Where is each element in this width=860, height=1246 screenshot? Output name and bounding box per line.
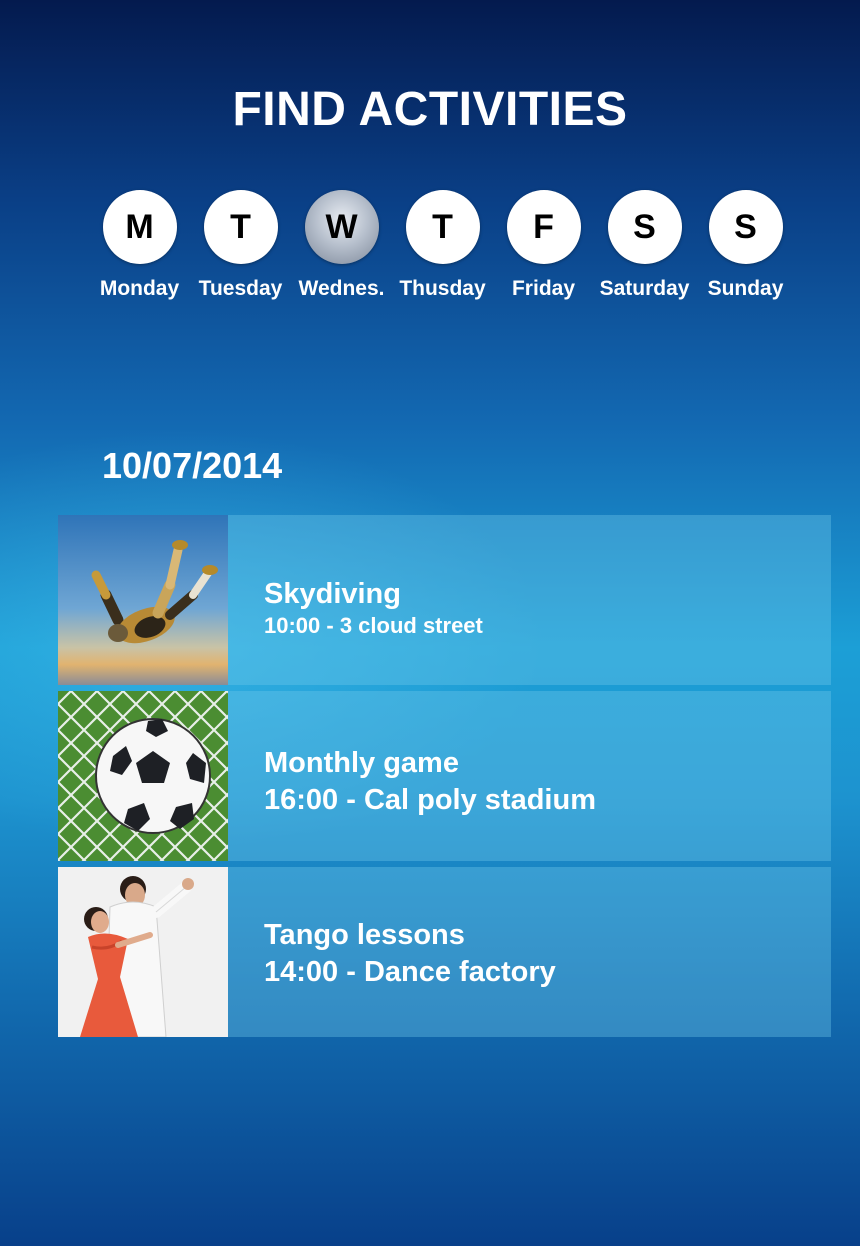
activity-name: Tango lessons <box>264 919 465 951</box>
activity-text: Tango lessons 14:00 - Dance factory <box>264 917 556 991</box>
day-sunday[interactable]: S Sunday <box>695 190 796 302</box>
activity-item-skydiving[interactable]: Skydiving 10:00 - 3 cloud street <box>58 515 831 685</box>
day-circle[interactable]: S <box>708 190 783 264</box>
day-circle[interactable]: T <box>203 190 278 264</box>
activity-text: Monthly game 16:00 - Cal poly stadium <box>264 745 596 819</box>
day-monday[interactable]: M Monday <box>89 190 190 302</box>
activity-text: Skydiving 10:00 - 3 cloud street <box>264 576 483 640</box>
page-title: FIND ACTIVITIES <box>232 83 628 136</box>
activity-name: Skydiving <box>264 578 401 610</box>
selected-date: 10/07/2014 <box>102 445 283 486</box>
day-circle[interactable]: F <box>506 190 581 264</box>
activity-item-tango-lessons[interactable]: Tango lessons 14:00 - Dance factory <box>58 867 831 1037</box>
day-circle[interactable]: S <box>607 190 682 264</box>
activity-details: 14:00 - Dance factory <box>264 956 556 988</box>
day-circle-selected[interactable]: W <box>304 190 379 264</box>
day-tuesday[interactable]: T Tuesday <box>190 190 291 302</box>
day-thursday[interactable]: T Thusday <box>392 190 493 302</box>
day-circle[interactable]: M <box>102 190 177 264</box>
day-friday[interactable]: F Friday <box>493 190 594 302</box>
soccer-ball-image <box>58 691 228 861</box>
tango-dancers-image <box>58 867 228 1037</box>
day-wednesday[interactable]: W Wednes. <box>291 190 392 302</box>
day-label: Sunday <box>707 277 784 300</box>
activity-name: Monthly game <box>264 747 459 779</box>
activity-details: 16:00 - Cal poly stadium <box>264 784 596 816</box>
day-saturday[interactable]: S Saturday <box>594 190 695 302</box>
activity-details: 10:00 - 3 cloud street <box>264 613 483 638</box>
skydiver-image <box>58 515 228 685</box>
activity-item-monthly-game[interactable]: Monthly game 16:00 - Cal poly stadium <box>58 691 831 861</box>
day-circle[interactable]: T <box>405 190 480 264</box>
